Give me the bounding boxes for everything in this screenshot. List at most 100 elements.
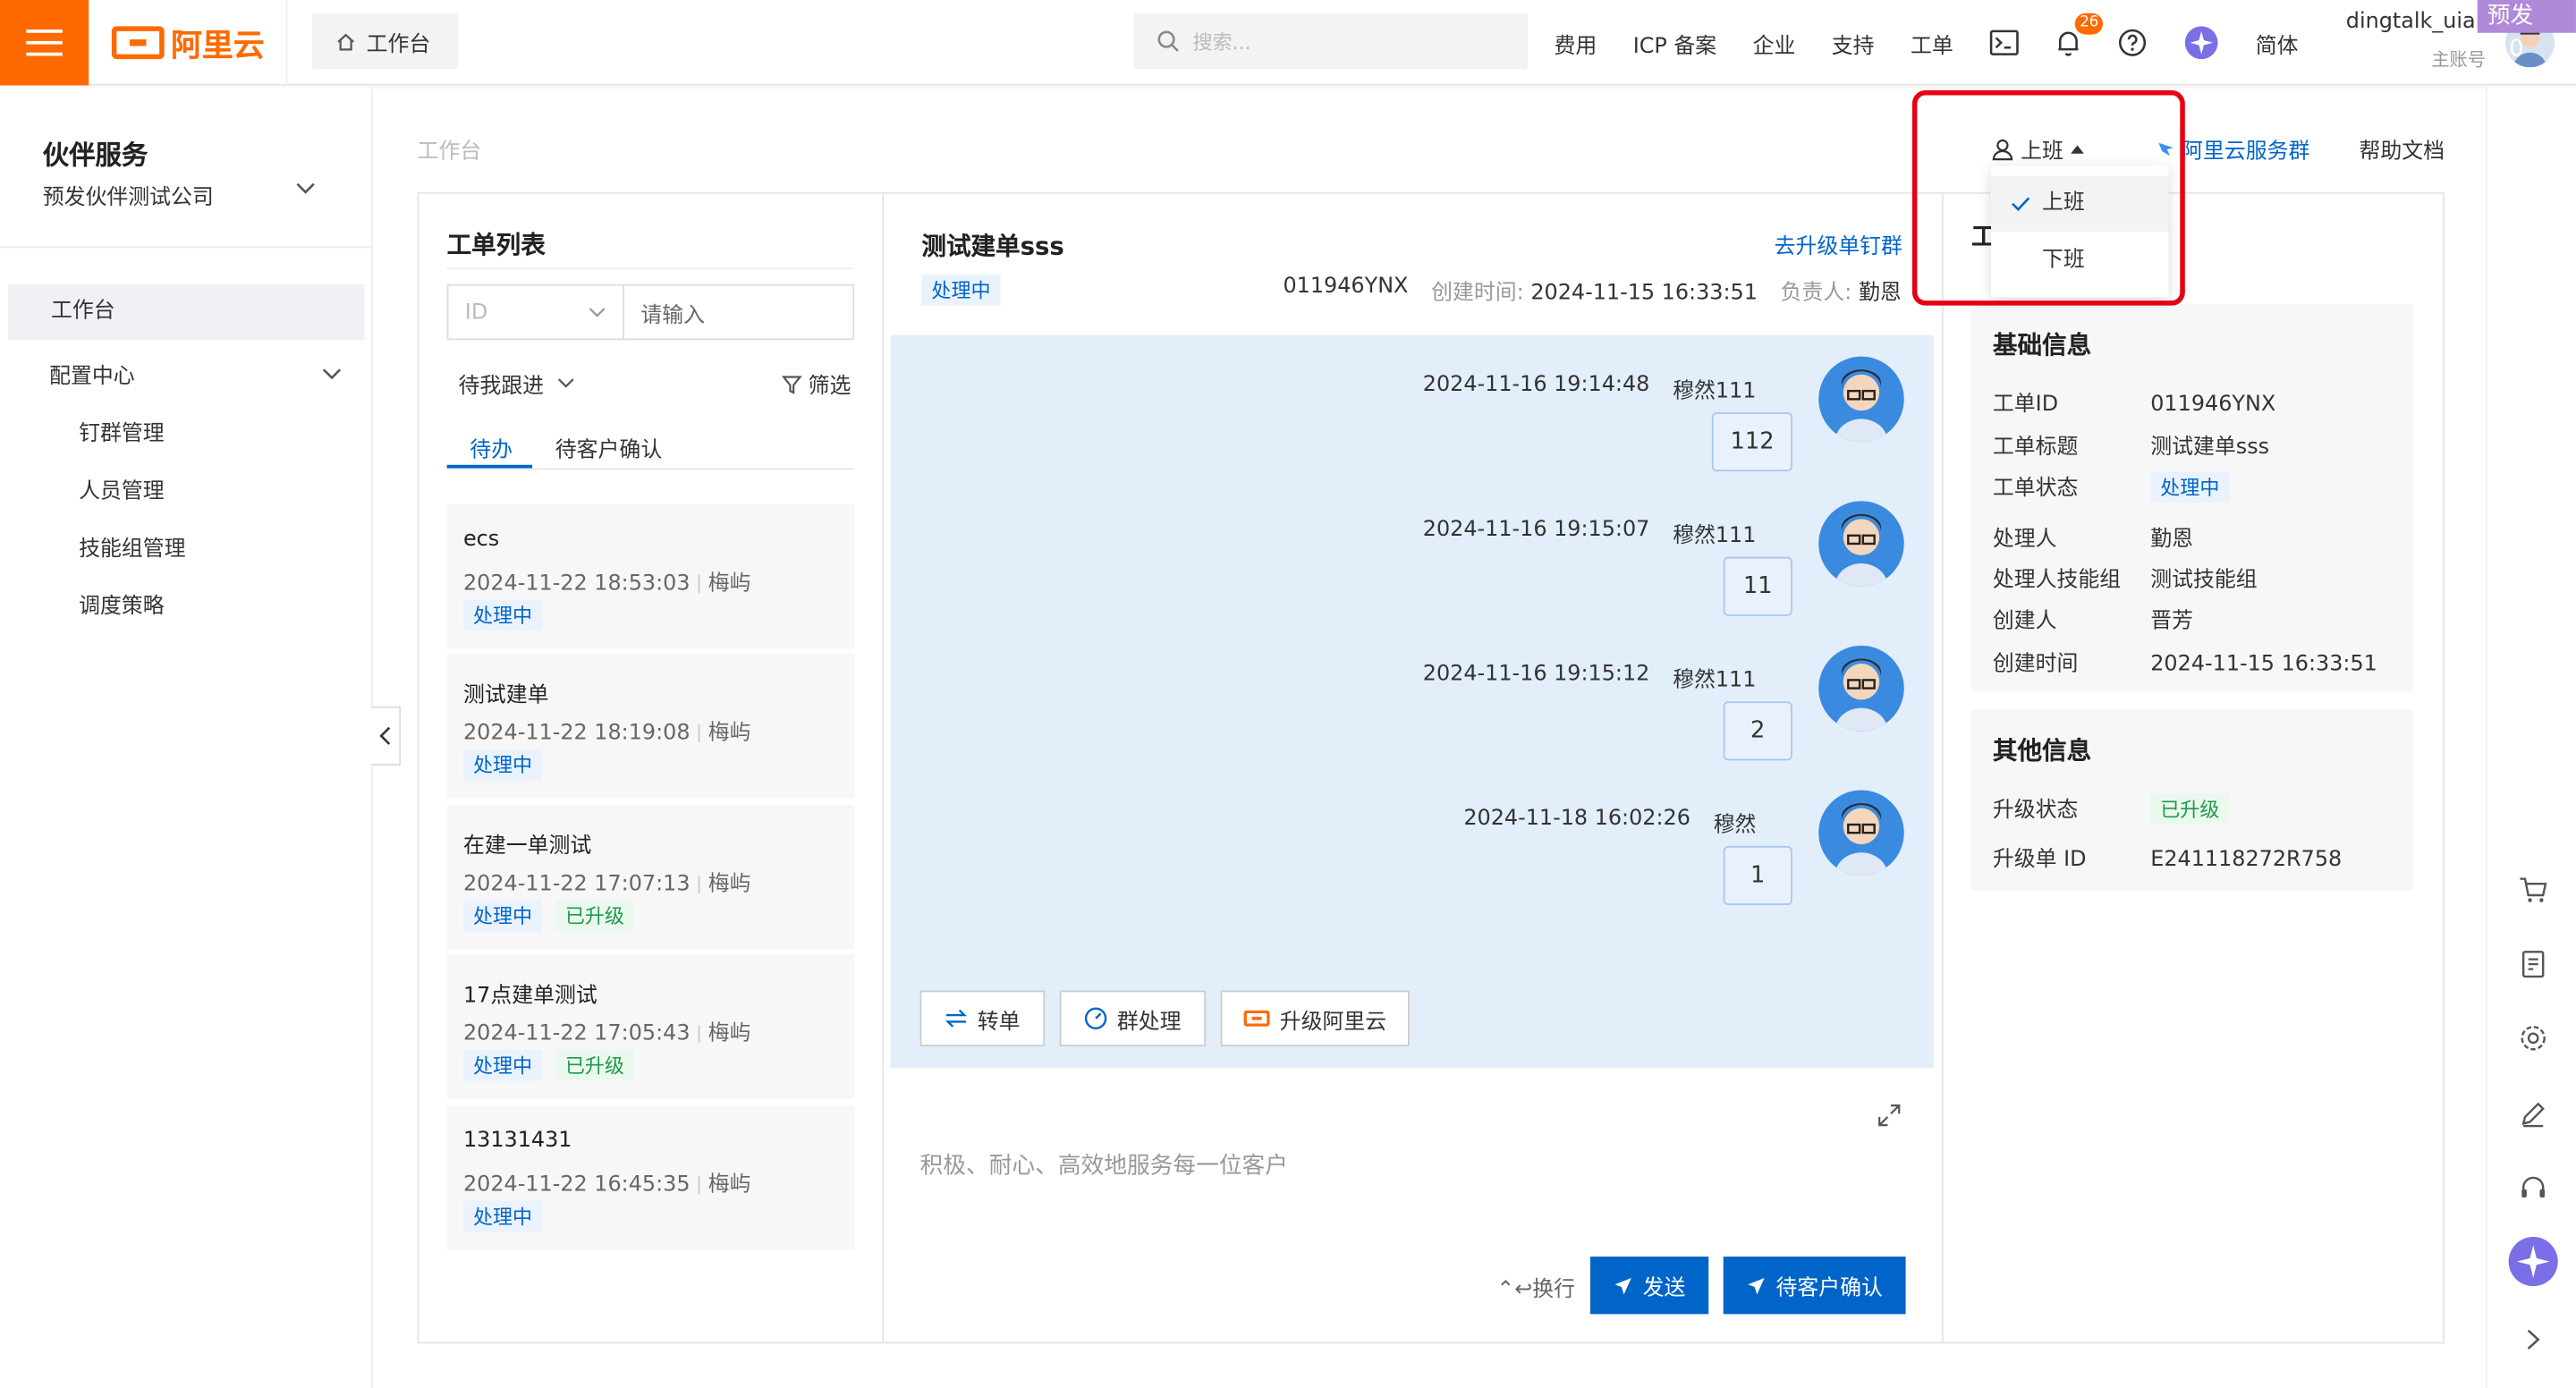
sidebar-item-workbench[interactable]: 工作台 xyxy=(8,284,365,341)
status-badge: 处理中 xyxy=(2150,471,2230,504)
ticket-detail-meta: 011946YNX 创建时间: 2024-11-15 16:33:51 负责人:… xyxy=(1283,275,1901,306)
nav-ticket[interactable]: 工单 xyxy=(1911,27,1953,59)
upgraded-badge: 已升级 xyxy=(555,1049,635,1081)
ticket-owner: 梅屿 xyxy=(708,872,751,897)
tab-todo[interactable]: 待办 xyxy=(470,432,513,463)
message-time: 2024-11-16 19:14:48 xyxy=(1422,372,1650,398)
ticket-search-input[interactable]: 请输入 xyxy=(623,284,855,341)
group-handle-label: 群处理 xyxy=(1116,1009,1182,1035)
ticket-owner: 梅屿 xyxy=(708,1021,751,1046)
list-item[interactable]: 在建一单测试 2024-11-22 17:07:13 梅屿 处理中 已升级 xyxy=(446,804,855,950)
info-key: 创建人 xyxy=(1992,609,2057,634)
avatar xyxy=(1818,645,1904,732)
list-item[interactable]: 13131431 2024-11-22 16:45:35 梅屿 处理中 xyxy=(446,1105,855,1250)
chevron-down-icon[interactable] xyxy=(322,368,342,381)
collapse-sidebar-button[interactable] xyxy=(371,706,402,766)
sidebar-item-dispatch-policy[interactable]: 调度策略 xyxy=(79,588,165,620)
filter-icon xyxy=(782,375,802,394)
sidebar-item-config-center[interactable]: 配置中心 xyxy=(49,358,135,390)
env-badge: 预发2.0 xyxy=(2477,0,2576,63)
aliyun-logo[interactable]: 阿里云 xyxy=(111,23,265,63)
ticket-owner: 梅屿 xyxy=(708,721,751,746)
terminal-icon[interactable] xyxy=(1989,30,2019,55)
info-value: 勤恩 xyxy=(2150,527,2194,553)
ticket-time: 2024-11-22 18:19:08 xyxy=(462,721,691,746)
chat-message: 2024-11-16 19:15:12 穆然111 2 xyxy=(1247,645,1904,771)
chevron-down-icon xyxy=(557,378,574,388)
avatar xyxy=(1818,790,1904,876)
await-confirm-label: 待客户确认 xyxy=(1775,1276,1883,1301)
company-selector[interactable]: 预发伙伴测试公司 xyxy=(43,179,214,211)
home-tab[interactable]: 工作台 xyxy=(311,13,459,70)
upgrade-aliyun-button[interactable]: 升级阿里云 xyxy=(1220,990,1410,1046)
nav-support[interactable]: 支持 xyxy=(1832,27,1875,59)
list-item[interactable]: 17点建单测试 2024-11-22 17:05:43 梅屿 处理中 已升级 xyxy=(446,954,855,1099)
list-item[interactable]: 测试建单 2024-11-22 18:19:08 梅屿 处理中 xyxy=(446,654,855,799)
reply-input[interactable]: 积极、耐心、高效地服务每一位客户 xyxy=(920,1148,1288,1181)
ai-assistant-icon[interactable] xyxy=(2183,25,2219,61)
user-name[interactable]: dingtalk_uia... xyxy=(2346,10,2496,35)
basic-info-card: 基础信息 工单ID 011946YNX 工单标题 测试建单sss 工单状态 处理中 处… xyxy=(1971,303,2414,692)
headset-icon[interactable] xyxy=(2507,1162,2560,1214)
status-badge: 处理中 xyxy=(921,274,1001,306)
divider xyxy=(882,191,885,1344)
edit-icon[interactable] xyxy=(2507,1088,2560,1140)
chat-message: 2024-11-16 19:14:48 穆然111 112 xyxy=(1247,356,1904,482)
await-customer-confirm-button[interactable]: 待客户确认 xyxy=(1723,1257,1906,1315)
id-select[interactable]: ID xyxy=(446,284,624,341)
ai-assistant-icon[interactable] xyxy=(2507,1235,2560,1288)
nav-enterprise[interactable]: 企业 xyxy=(1753,27,1796,59)
info-row: 创建人 晋芳 xyxy=(1993,603,2193,634)
transfer-button[interactable]: 转单 xyxy=(919,990,1046,1046)
nav-icp[interactable]: ICP 备案 xyxy=(1633,27,1716,59)
expand-icon[interactable] xyxy=(1877,1104,1901,1127)
info-value: 2024-11-15 16:33:51 xyxy=(2150,652,2377,677)
ticket-title: 17点建单测试 xyxy=(462,984,597,1009)
info-row: 工单标题 测试建单sss xyxy=(1993,428,2269,461)
sidebar-item-dingtalk-group[interactable]: 钉群管理 xyxy=(79,416,165,447)
ticket-title: 13131431 xyxy=(462,1128,572,1154)
follow-filter-label: 待我跟进 xyxy=(458,374,544,400)
swap-icon xyxy=(945,1009,967,1028)
bell-icon[interactable] xyxy=(2055,28,2081,57)
menu-icon[interactable] xyxy=(0,0,89,86)
search-icon xyxy=(1157,30,1179,52)
sidebar-item-skill-group[interactable]: 技能组管理 xyxy=(79,530,185,563)
list-item[interactable]: ecs 2024-11-22 18:53:03 梅屿 处理中 xyxy=(446,504,855,649)
info-row: 工单状态 处理中 xyxy=(1993,470,2230,504)
paper-plane-icon xyxy=(1614,1277,1631,1294)
ticket-time: 2024-11-22 18:53:03 xyxy=(462,571,691,597)
search-input[interactable]: 搜索... xyxy=(1133,13,1529,70)
nav-fees[interactable]: 费用 xyxy=(1555,27,1597,59)
breadcrumb: 工作台 xyxy=(417,140,482,165)
ticket-owner: 梅屿 xyxy=(708,571,751,597)
status-badge: 处理中 xyxy=(462,749,543,781)
ticket-search-placeholder: 请输入 xyxy=(640,302,705,328)
cart-icon[interactable] xyxy=(2507,864,2560,917)
info-row: 升级状态 已升级 xyxy=(1993,791,2230,825)
send-button[interactable]: 发送 xyxy=(1589,1257,1709,1315)
assignee: 勤恩 xyxy=(1858,281,1902,306)
follow-filter[interactable]: 待我跟进 xyxy=(458,368,574,399)
tab-await-customer[interactable]: 待客户确认 xyxy=(555,432,662,463)
group-handle-button[interactable]: 群处理 xyxy=(1059,990,1207,1046)
avatar xyxy=(1818,501,1904,587)
invoice-icon[interactable] xyxy=(2507,938,2560,991)
info-key: 升级状态 xyxy=(1992,798,2079,824)
message-sender: 穆然111 xyxy=(1673,668,1757,694)
gear-icon[interactable] xyxy=(2507,1011,2560,1064)
help-doc-link[interactable]: 帮助文档 xyxy=(2360,133,2445,165)
help-icon[interactable] xyxy=(2117,28,2147,57)
upgraded-badge: 已升级 xyxy=(2150,793,2230,825)
ticket-tabs: 待办 待客户确认 xyxy=(446,424,855,470)
lang-switch[interactable]: 简体 xyxy=(2256,27,2299,59)
info-key: 升级单 ID xyxy=(1992,847,2087,873)
chevron-down-icon[interactable] xyxy=(296,182,316,196)
message-time: 2024-11-16 19:15:12 xyxy=(1422,662,1650,687)
goto-upgrade-group-link[interactable]: 去升级单钉群 xyxy=(1775,228,1902,260)
ticket-time: 2024-11-22 16:45:35 xyxy=(462,1172,691,1198)
chevron-right-icon[interactable] xyxy=(2507,1313,2560,1366)
status-badge: 处理中 xyxy=(462,900,543,932)
filter-button[interactable]: 筛选 xyxy=(782,368,851,399)
sidebar-item-staff[interactable]: 人员管理 xyxy=(79,473,165,504)
